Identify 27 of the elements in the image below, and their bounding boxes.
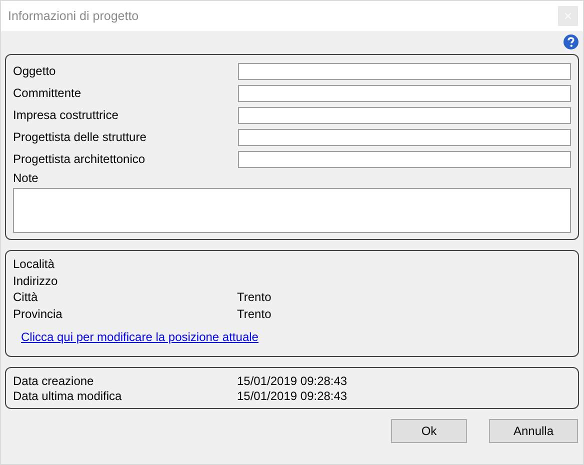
field-label: Località xyxy=(13,256,56,272)
field-label: Città xyxy=(13,289,39,306)
edit-location-link[interactable]: Clicca qui per modificare la posizione attuale xyxy=(21,330,258,344)
field-label: Data creazione xyxy=(13,374,95,389)
help-icon[interactable] xyxy=(563,34,579,50)
window-title: Informazioni di progetto xyxy=(8,9,139,23)
ok-button[interactable]: Ok xyxy=(391,419,467,443)
field-value: 15/01/2019 09:28:43 xyxy=(237,389,348,404)
field-value: 15/01/2019 09:28:43 xyxy=(237,374,348,389)
input-field[interactable] xyxy=(238,84,571,102)
field-label: Data ultima modifica xyxy=(13,389,123,404)
field-label: Indirizzo xyxy=(13,272,59,289)
field-label: Provincia xyxy=(13,306,64,322)
field-label: Progettista architettonico xyxy=(13,152,146,166)
input-field[interactable] xyxy=(238,150,571,168)
input-field[interactable] xyxy=(238,106,571,124)
cancel-button[interactable]: Annulla xyxy=(489,419,578,443)
field-label: Committente xyxy=(13,86,82,100)
field-label: Impresa costruttrice xyxy=(13,108,118,122)
input-field[interactable] xyxy=(238,62,571,80)
field-value: Trento xyxy=(237,306,272,322)
field-label: Note xyxy=(13,171,40,185)
field-label: Oggetto xyxy=(13,64,56,78)
field-label: Progettista delle strutture xyxy=(13,130,146,144)
input-field[interactable] xyxy=(238,128,571,146)
field-value: Trento xyxy=(237,289,272,306)
note-field[interactable] xyxy=(13,188,571,233)
